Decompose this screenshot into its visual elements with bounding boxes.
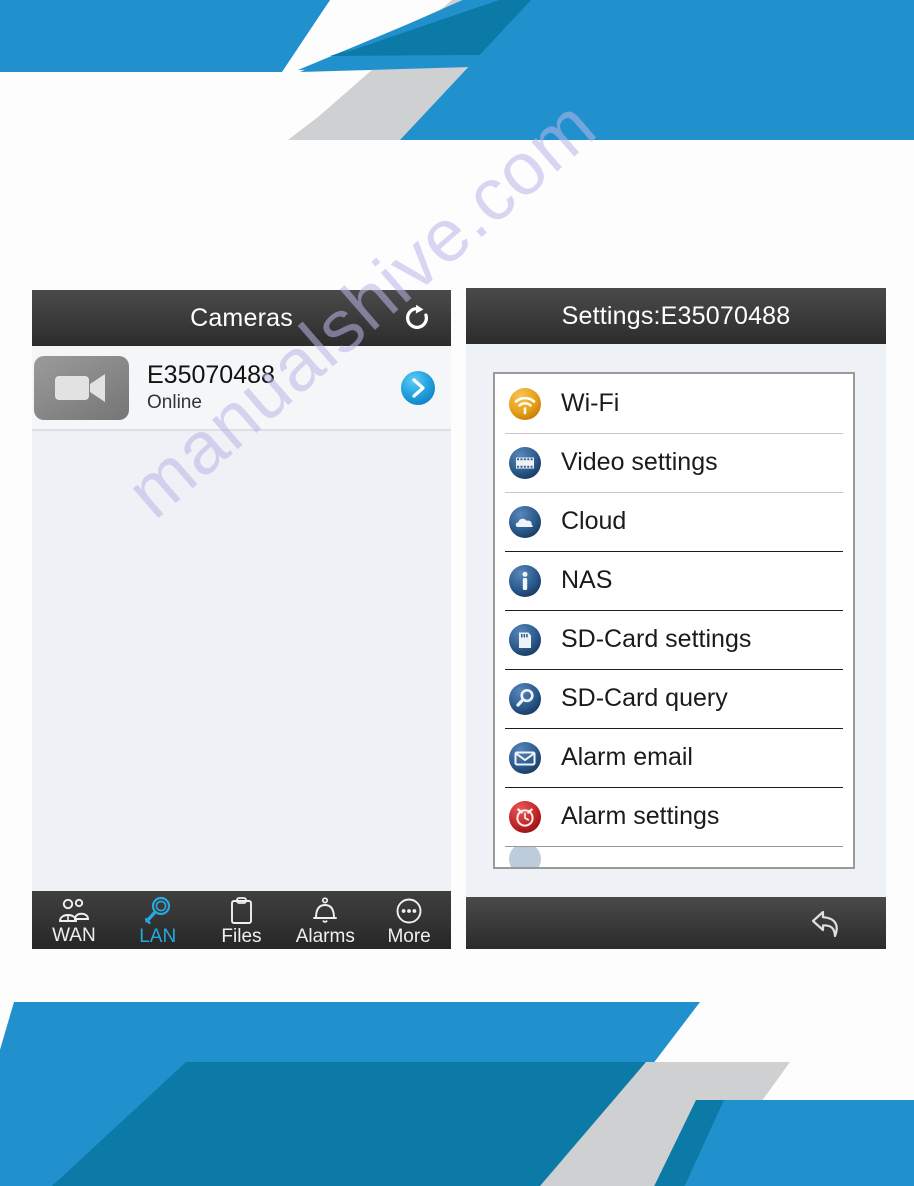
envelope-icon	[507, 740, 543, 776]
tab-wan[interactable]: WAN	[32, 891, 116, 949]
tab-label: Files	[221, 925, 262, 947]
settings-item-nas[interactable]: NAS	[495, 551, 853, 610]
settings-item-label: NAS	[561, 566, 613, 594]
settings-item-label: SD-Card query	[561, 684, 728, 712]
cameras-title: Cameras	[190, 303, 293, 332]
alarm-clock-icon	[507, 799, 543, 835]
cloud-icon	[507, 504, 543, 540]
sd-search-icon	[507, 681, 543, 717]
settings-item-label: Video settings	[561, 448, 718, 476]
tab-lan[interactable]: LAN	[116, 891, 200, 949]
settings-item-sd-card-settings[interactable]: SD-Card settings	[495, 610, 853, 669]
refresh-icon[interactable]	[401, 302, 433, 334]
camera-list-item[interactable]: E35070488 Online	[32, 346, 451, 431]
settings-body: Wi-Fi Video settings Cloud NAS SD-Card s…	[466, 344, 886, 897]
settings-item-clipped[interactable]	[495, 846, 853, 867]
page-root: Cameras E35070488 Online WAN LAN Files A…	[0, 0, 914, 1186]
settings-item-label: Alarm settings	[561, 802, 720, 830]
cameras-titlebar: Cameras	[32, 290, 451, 346]
tab-label: More	[387, 925, 431, 947]
settings-item-label: Alarm email	[561, 743, 693, 771]
tab-alarms[interactable]: Alarms	[283, 891, 367, 949]
tab-more[interactable]: More	[367, 891, 451, 949]
camera-name: E35070488	[147, 360, 275, 389]
camera-info: E35070488 Online	[129, 361, 399, 415]
cameras-panel: Cameras E35070488 Online WAN LAN Files A…	[32, 290, 451, 949]
settings-titlebar: Settings:E35070488	[466, 288, 886, 344]
film-strip-icon	[507, 445, 543, 481]
camera-list: E35070488 Online	[32, 346, 451, 891]
settings-panel: Settings:E35070488 Wi-Fi Video settings …	[466, 288, 886, 949]
tab-bar: WAN LAN Files Alarms More	[32, 891, 451, 949]
settings-item-label: SD-Card settings	[561, 625, 752, 653]
camera-status: Online	[147, 392, 202, 414]
settings-item-wifi[interactable]: Wi-Fi	[495, 374, 853, 433]
tab-label: Alarms	[295, 925, 355, 947]
chevron-right-icon[interactable]	[399, 369, 437, 407]
banner-bottom	[0, 980, 914, 1186]
back-arrow-icon[interactable]	[806, 903, 846, 943]
tab-label: WAN	[52, 925, 96, 946]
wifi-icon	[507, 386, 543, 422]
clipped-icon	[507, 846, 543, 867]
banner-top	[0, 0, 914, 140]
settings-item-label: Cloud	[561, 507, 627, 535]
settings-item-alarm-email[interactable]: Alarm email	[495, 728, 853, 787]
settings-list: Wi-Fi Video settings Cloud NAS SD-Card s…	[493, 372, 855, 869]
info-icon	[507, 563, 543, 599]
tab-files[interactable]: Files	[200, 891, 284, 949]
settings-item-label: Wi-Fi	[561, 389, 620, 417]
tab-label: LAN	[139, 926, 177, 947]
settings-item-alarm-settings[interactable]: Alarm settings	[495, 787, 853, 846]
settings-item-cloud[interactable]: Cloud	[495, 492, 853, 551]
settings-item-video-settings[interactable]: Video settings	[495, 433, 853, 492]
settings-title: Settings:E35070488	[561, 301, 791, 330]
camcorder-icon	[34, 355, 129, 420]
settings-item-sd-card-query[interactable]: SD-Card query	[495, 669, 853, 728]
sd-card-icon	[507, 622, 543, 658]
settings-bottom-bar	[466, 897, 886, 949]
